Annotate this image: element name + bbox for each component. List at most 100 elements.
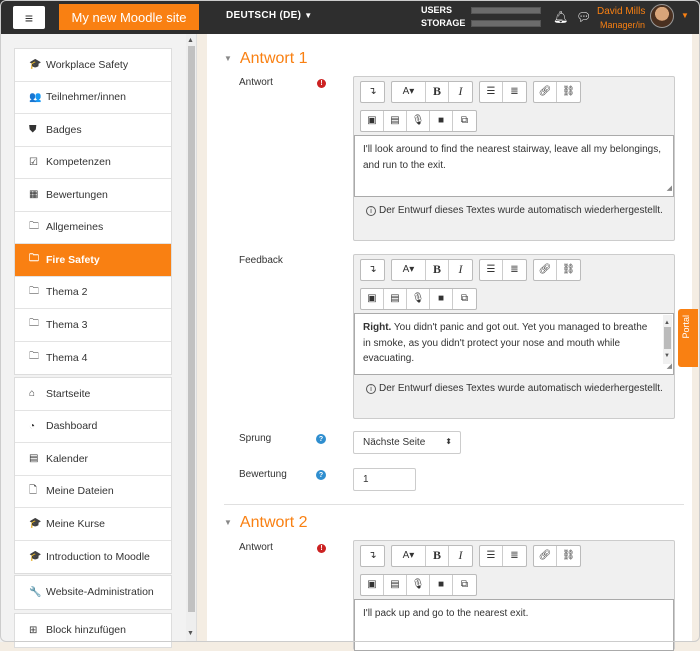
ordered-list-icon[interactable]: ≣ bbox=[503, 260, 526, 280]
scroll-down-icon[interactable]: ▼ bbox=[187, 630, 194, 637]
chat-icon[interactable]: 💬︎ bbox=[576, 10, 591, 24]
score-input[interactable]: 1 bbox=[353, 468, 416, 491]
sidebar-item-badges[interactable]: ⛊ Badges bbox=[15, 114, 171, 147]
jump-label: Sprung bbox=[239, 433, 272, 444]
answer-1-textarea[interactable]: I'll look around to find the nearest sta… bbox=[354, 135, 674, 197]
help-icon[interactable]: ? bbox=[316, 434, 326, 444]
caret-down-icon[interactable]: ▼ bbox=[681, 11, 689, 20]
collapse-toolbar-icon[interactable]: ↴ bbox=[361, 82, 384, 102]
sidebar-item-label: Workplace Safety bbox=[46, 58, 129, 71]
sidebar-item-label: Badges bbox=[46, 123, 82, 136]
folder-icon: 🗀 bbox=[29, 253, 39, 265]
video-icon[interactable]: ■ bbox=[430, 574, 453, 595]
sidebar-item-meine-kurse[interactable]: 🎓 Meine Kurse bbox=[15, 508, 171, 541]
required-icon: ! bbox=[317, 544, 326, 553]
jump-select[interactable]: Nächste Seite ⬍ bbox=[353, 431, 461, 454]
video-icon[interactable]: ■ bbox=[430, 288, 453, 309]
resize-handle-icon[interactable]: ◢ bbox=[667, 359, 672, 375]
sidebar-item-allgemeines[interactable]: 🗀 Allgemeines bbox=[15, 212, 171, 244]
sidebar-item-kompetenzen[interactable]: ☑ Kompetenzen bbox=[15, 147, 171, 179]
collapse-triangle-icon: ▼ bbox=[224, 518, 232, 528]
stat-label: STORAGE bbox=[421, 18, 466, 28]
font-style-icon[interactable]: A▾ bbox=[392, 81, 426, 102]
answer-2-textarea[interactable]: I'll pack up and go to the nearest exit. bbox=[354, 599, 674, 651]
menu-toggle-button[interactable]: ≡ bbox=[13, 6, 45, 29]
sidebar-item-startseite[interactable]: ⌂ Startseite bbox=[15, 378, 171, 411]
bold-icon[interactable]: B bbox=[426, 81, 449, 102]
font-style-icon[interactable]: A▾ bbox=[392, 259, 426, 280]
section-antwort-1-header[interactable]: ▼ Antwort 1 bbox=[224, 50, 308, 68]
video-icon[interactable]: ■ bbox=[430, 110, 453, 131]
sidebar-item-introduction-to-moodle[interactable]: 🎓 Introduction to Moodle bbox=[15, 541, 171, 574]
feedback-1-editor: ↴ A▾ B I ☰ ≣ 🔗︎ ⛓ ▣ ▤ 🎙︎ ■ ⧉ Right. You didn't p… bbox=[353, 254, 675, 419]
unlink-icon[interactable]: ⛓ bbox=[557, 546, 580, 566]
media-icon[interactable]: ▤ bbox=[384, 574, 407, 595]
sidebar-scroll-thumb[interactable] bbox=[188, 46, 195, 612]
sidebar-item-kalender[interactable]: ▤ Kalender bbox=[15, 443, 171, 476]
media-icon[interactable]: ▤ bbox=[384, 288, 407, 309]
media-icon[interactable]: ▤ bbox=[384, 110, 407, 131]
italic-icon[interactable]: I bbox=[449, 260, 472, 280]
section-antwort-2-header[interactable]: ▼ Antwort 2 bbox=[224, 514, 308, 532]
font-style-icon[interactable]: A▾ bbox=[392, 545, 426, 566]
portal-tab[interactable]: Portal bbox=[678, 309, 698, 367]
section-title: Antwort 1 bbox=[239, 50, 308, 67]
microphone-icon[interactable]: 🎙︎ bbox=[407, 574, 430, 595]
collapse-toolbar-icon[interactable]: ↴ bbox=[361, 546, 384, 566]
textarea-scrollbar[interactable]: ▲ ▼ bbox=[663, 315, 672, 364]
sidebar-item-workplace-safety[interactable]: 🎓 Workplace Safety bbox=[15, 49, 171, 82]
unlink-icon[interactable]: ⛓ bbox=[557, 260, 580, 280]
unordered-list-icon[interactable]: ☰ bbox=[480, 259, 503, 280]
language-menu[interactable]: DEUTSCH (DE) ▼ bbox=[226, 10, 312, 21]
bold-icon[interactable]: B bbox=[426, 259, 449, 280]
link-icon[interactable]: 🔗︎ bbox=[534, 545, 557, 566]
bold-icon[interactable]: B bbox=[426, 545, 449, 566]
copy-icon[interactable]: ⧉ bbox=[453, 289, 476, 309]
home-icon: ⌂ bbox=[29, 388, 36, 400]
collapse-toolbar-icon[interactable]: ↴ bbox=[361, 260, 384, 280]
unordered-list-icon[interactable]: ☰ bbox=[480, 545, 503, 566]
image-icon[interactable]: ▣ bbox=[361, 288, 384, 309]
textarea-scroll-thumb[interactable] bbox=[664, 327, 671, 349]
bell-icon[interactable]: 🔔︎ bbox=[553, 10, 568, 24]
unlink-icon[interactable]: ⛓ bbox=[557, 82, 580, 102]
section-title: Antwort 2 bbox=[239, 514, 308, 531]
sidebar-item-website-administration[interactable]: 🔧 Website-Administration bbox=[15, 576, 171, 609]
sidebar-item-fire-safety[interactable]: 🗀 Fire Safety bbox=[15, 244, 171, 277]
link-icon[interactable]: 🔗︎ bbox=[534, 259, 557, 280]
ordered-list-icon[interactable]: ≣ bbox=[503, 546, 526, 566]
sidebar-item-label: Allgemeines bbox=[46, 221, 104, 234]
microphone-icon[interactable]: 🎙︎ bbox=[407, 288, 430, 309]
resize-handle-icon[interactable]: ◢ bbox=[667, 181, 672, 197]
top-navbar: ≡ My new Moodle site DEUTSCH (DE) ▼ USERS… bbox=[0, 0, 700, 34]
help-icon[interactable]: ? bbox=[316, 470, 326, 480]
sidebar-item-thema-2[interactable]: 🗀 Thema 2 bbox=[15, 277, 171, 309]
copy-icon[interactable]: ⧉ bbox=[453, 111, 476, 131]
italic-icon[interactable]: I bbox=[449, 82, 472, 102]
answer-1-editor: ↴ A▾ B I ☰ ≣ 🔗︎ ⛓ ▣ ▤ 🎙︎ ■ ⧉ I'll look around to… bbox=[353, 76, 675, 241]
sidebar-item-thema-4[interactable]: 🗀 Thema 4 bbox=[15, 342, 171, 375]
image-icon[interactable]: ▣ bbox=[361, 110, 384, 131]
sidebar-item-meine-dateien[interactable]: 🗋 Meine Dateien bbox=[15, 476, 171, 508]
avatar[interactable] bbox=[650, 4, 674, 28]
info-icon: i bbox=[366, 206, 376, 216]
sidebar-item-bewertungen[interactable]: ▦ Bewertungen bbox=[15, 179, 171, 212]
add-block-group: ⊞ Block hinzufügen bbox=[14, 613, 172, 648]
info-icon: i bbox=[366, 384, 376, 394]
ordered-list-icon[interactable]: ≣ bbox=[503, 82, 526, 102]
microphone-icon[interactable]: 🎙︎ bbox=[407, 110, 430, 131]
italic-icon[interactable]: I bbox=[449, 546, 472, 566]
sidebar-item-teilnehmer-innen[interactable]: 👥 Teilnehmer/innen bbox=[15, 82, 171, 114]
user-menu[interactable]: David Mills Manager/in bbox=[597, 6, 645, 31]
link-icon[interactable]: 🔗︎ bbox=[534, 81, 557, 102]
unordered-list-icon[interactable]: ☰ bbox=[480, 81, 503, 102]
sidebar-item-thema-3[interactable]: 🗀 Thema 3 bbox=[15, 309, 171, 342]
image-icon[interactable]: ▣ bbox=[361, 574, 384, 595]
copy-icon[interactable]: ⧉ bbox=[453, 575, 476, 595]
feedback-1-textarea[interactable]: Right. You didn't panic and got out. Yet… bbox=[354, 313, 674, 375]
site-name-link[interactable]: My new Moodle site bbox=[59, 4, 199, 30]
scroll-up-icon[interactable]: ▲ bbox=[187, 37, 194, 44]
answer-2-text: I'll pack up and go to the nearest exit. bbox=[363, 608, 529, 619]
collapse-triangle-icon: ▼ bbox=[224, 54, 232, 64]
sidebar-item-dashboard[interactable]: ◔ Dashboard bbox=[15, 411, 171, 443]
